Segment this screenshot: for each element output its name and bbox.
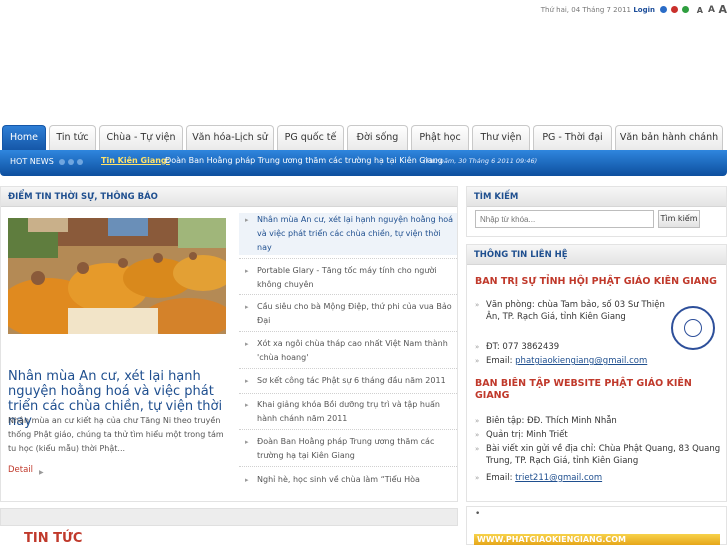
tab-van-hoa-lich-su[interactable]: Văn hóa-Lịch sử — [186, 125, 274, 150]
bullet-icon: » — [475, 445, 480, 453]
bullet-arrow-icon: ▸ — [245, 401, 249, 409]
hot-news-label: HOT NEWS — [10, 157, 54, 166]
font-small-button[interactable]: A — [697, 6, 703, 15]
email2-line: » Email: triet211@gmail.com — [475, 472, 720, 484]
tab-doi-song[interactable]: Đời sống — [347, 125, 408, 150]
feature-excerpt: Nhân mùa an cư kiết hạ của chư Tăng Ni t… — [8, 416, 224, 453]
top-bar: Thứ hai, 04 Tháng 7 2011 Login A A A — [0, 0, 727, 22]
news-list-item-label: Khai giảng khóa Bồi dưỡng trụ trì và tập… — [257, 400, 440, 423]
divider — [239, 294, 457, 295]
bullet-arrow-icon: ▸ — [245, 476, 249, 484]
email-line: » Email: phatgiaokiengiang@gmail.com — [475, 355, 705, 367]
bullet-icon: » — [475, 343, 480, 351]
divider — [239, 393, 457, 394]
bullet-icon: » — [475, 357, 480, 365]
news-section-bar — [0, 508, 458, 526]
main-news-heading: ĐIỂM TIN THỜI SỰ, THÔNG BÁO — [1, 187, 457, 207]
news-list-item[interactable]: ▸ Portable Glary - Tăng tốc máy tính cho … — [239, 264, 457, 292]
contact-heading: THÔNG TIN LIÊN HỆ — [467, 245, 726, 265]
font-large-button[interactable]: A — [718, 3, 727, 16]
tab-pg-thoi-dai[interactable]: PG - Thời đại — [533, 125, 612, 150]
news-list-item-label: Nhân mùa An cư, xét lại hạnh nguyện hoằn… — [257, 215, 454, 252]
news-list-item[interactable]: ▸ Xót xa ngôi chùa tháp cao nhất Việt Nam… — [239, 337, 457, 365]
office-address: » Văn phòng: chùa Tam bảo, số 03 Sư Thiện… — [475, 299, 667, 323]
divider — [239, 258, 457, 259]
website-banner[interactable]: WWW.PHATGIAOKIENGIANG.COM — [474, 534, 720, 545]
email-label: Email: — [486, 356, 516, 366]
bullet-icon: » — [475, 417, 480, 425]
pause-icon[interactable] — [68, 159, 74, 165]
main-nav: Home Tin tức Chùa - Tự viện Văn hóa-Lịch… — [0, 125, 727, 150]
bullet-icon: » — [475, 474, 480, 482]
tab-chua-tu-vien[interactable]: Chùa - Tự viện — [99, 125, 183, 150]
news-list-item-label: Nghỉ hè, học sinh về chùa làm “Tiểu Hòa — [257, 475, 420, 484]
bullet-arrow-icon: ▸ — [245, 216, 249, 224]
blue-theme-dot-icon[interactable] — [660, 6, 667, 13]
news-list-item-label: Xót xa ngôi chùa tháp cao nhất Việt Nam … — [257, 339, 448, 362]
green-theme-dot-icon[interactable] — [682, 6, 689, 13]
phone-number: » ĐT: 077 3862439 — [475, 341, 667, 353]
news-list-item[interactable]: ▸ Sơ kết công tác Phật sự 6 tháng đầu năm… — [239, 374, 457, 388]
tab-pg-quoc-te[interactable]: PG quốc tế — [277, 125, 344, 150]
search-button[interactable]: Tìm kiếm — [658, 210, 700, 228]
admin-text: Quản trị: Minh Triết — [486, 430, 568, 440]
hot-news-date: (Thứ năm, 30 Tháng 6 2011 09:46) — [423, 157, 538, 165]
next-icon[interactable] — [77, 159, 83, 165]
search-heading: TÌM KIẾM — [467, 187, 726, 207]
current-date: Thứ hai, 04 Tháng 7 2011 — [540, 6, 631, 14]
feature-image[interactable] — [8, 218, 226, 334]
news-list-item[interactable]: ▸ Khai giảng khóa Bồi dưỡng trụ trì và tậ… — [239, 398, 457, 426]
office-address-text: Văn phòng: chùa Tam bảo, số 03 Sư Thiện … — [486, 300, 665, 322]
monks-photo — [8, 218, 226, 334]
divider — [239, 368, 457, 369]
news-list-item[interactable]: ▸ Cầu siêu cho bà Mộng Điệp, thứ phi của … — [239, 300, 457, 328]
search-input[interactable] — [475, 210, 654, 228]
bullet-icon: » — [475, 301, 480, 309]
divider — [239, 466, 457, 467]
news-list-item-label: Portable Glary - Tăng tốc máy tính cho n… — [257, 266, 437, 289]
tin-tuc-heading[interactable]: TIN TỨC — [24, 531, 82, 546]
news-list-item[interactable]: ▸ Nhân mùa An cư, xét lại hạnh nguyện hoằ… — [239, 213, 457, 255]
prev-icon[interactable] — [59, 159, 65, 165]
editor-line: » Biên tập: ĐĐ. Thích Minh Nhẫn — [475, 415, 720, 427]
tab-tin-tuc[interactable]: Tin tức — [49, 125, 96, 150]
divider — [239, 331, 457, 332]
bullet-arrow-icon: ▸ — [245, 438, 249, 446]
divider — [239, 429, 457, 430]
news-list-item-label: Cầu siêu cho bà Mộng Điệp, thứ phi của v… — [257, 302, 452, 325]
email2-label: Email: — [486, 473, 516, 483]
detail-link[interactable]: Detail — [8, 465, 33, 475]
login-link[interactable]: Login — [633, 6, 655, 14]
tab-phat-hoc[interactable]: Phật học — [411, 125, 469, 150]
org-title: BAN TRỊ SỰ TỈNH HỘI PHẬT GIÁO KIÊN GIANG — [475, 276, 717, 287]
bullet-icon: » — [475, 431, 480, 439]
email2-link[interactable]: triet211@gmail.com — [515, 473, 602, 483]
submission-address-text: Bài viết xin gửi về địa chỉ: Chùa Phật Q… — [486, 444, 721, 466]
hot-news-headline[interactable]: Đoàn Ban Hoằng pháp Trung ương thăm các … — [165, 156, 443, 165]
tab-thu-vien[interactable]: Thư viện — [472, 125, 530, 150]
bullet-arrow-icon: ▸ — [245, 340, 249, 348]
buddhist-seal-logo — [671, 306, 715, 350]
red-theme-dot-icon[interactable] — [671, 6, 678, 13]
admin-line: » Quản trị: Minh Triết — [475, 429, 720, 441]
tab-home[interactable]: Home — [2, 125, 46, 150]
dot-marker: • — [475, 509, 481, 519]
email-link[interactable]: phatgiaokiengiang@gmail.com — [515, 356, 647, 366]
bullet-arrow-icon: ▸ — [245, 267, 249, 275]
font-medium-button[interactable]: A — [708, 5, 715, 15]
editor-text: Biên tập: ĐĐ. Thích Minh Nhẫn — [486, 416, 617, 426]
submission-address: » Bài viết xin gửi về địa chỉ: Chùa Phật … — [475, 443, 725, 467]
editorial-board-title: BAN BIÊN TẬP WEBSITE PHẬT GIÁO KIÊN GIAN… — [475, 378, 692, 401]
hot-news-category-link[interactable]: Tin Kiên Giang: — [101, 156, 170, 165]
bullet-arrow-icon: ▸ — [245, 303, 249, 311]
tab-van-ban-hanh-chanh[interactable]: Văn bản hành chánh — [615, 125, 723, 150]
arrow-right-icon: ▶ — [39, 469, 44, 476]
news-list-item-label: Đoàn Ban Hoằng pháp Trung ương thăm các … — [257, 437, 435, 460]
news-list-item[interactable]: ▸ Nghỉ hè, học sinh về chùa làm “Tiểu Hòa — [239, 473, 457, 487]
phone-number-text: ĐT: 077 3862439 — [486, 342, 560, 352]
news-list-item[interactable]: ▸ Đoàn Ban Hoằng pháp Trung ương thăm các… — [239, 435, 457, 463]
news-list-item-label: Sơ kết công tác Phật sự 6 tháng đầu năm … — [257, 376, 446, 385]
bullet-arrow-icon: ▸ — [245, 377, 249, 385]
hot-news-bar: HOT NEWS Tin Kiên Giang: Đoàn Ban Hoằng … — [0, 150, 727, 176]
